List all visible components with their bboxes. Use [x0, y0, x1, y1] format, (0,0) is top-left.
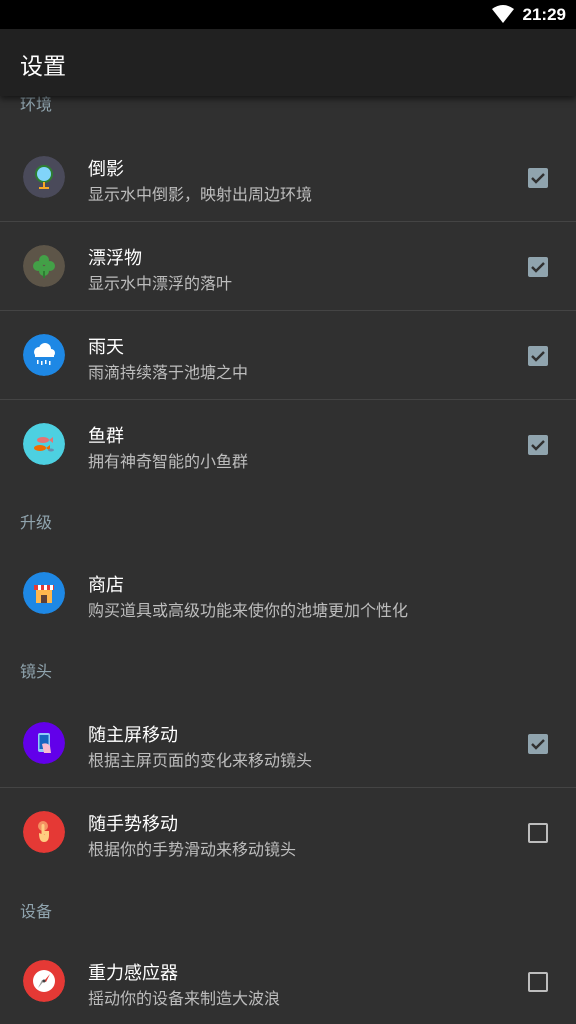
setting-item-shop[interactable]: 商店 购买道具或高级功能来使你的池塘更加个性化 [0, 549, 576, 637]
setting-summary: 摇动你的设备来制造大波浪 [88, 989, 281, 1008]
shop-icon [23, 572, 65, 614]
setting-item-floating[interactable]: 漂浮物 显示水中漂浮的落叶 [0, 222, 576, 310]
setting-title: 倒影 [88, 159, 124, 180]
setting-item-reflection[interactable]: 倒影 显示水中倒影，映射出周边环境 [0, 133, 576, 221]
gravity-checkbox[interactable] [528, 972, 548, 992]
clover-icon [23, 245, 65, 287]
section-header-environment: 环境 [20, 96, 53, 114]
fish-icon [23, 423, 65, 465]
compass-icon [23, 960, 65, 1002]
setting-item-gravity[interactable]: 重力感应器 摇动你的设备来制造大波浪 [0, 937, 576, 1024]
follow-gesture-checkbox[interactable] [528, 823, 548, 843]
follow-home-checkbox[interactable] [528, 734, 548, 754]
setting-item-follow-gesture[interactable]: 随手势移动 根据你的手势滑动来移动镜头 [0, 788, 576, 876]
settings-list[interactable]: 环境 倒影 显示水中倒影，映射出周边环境 漂浮物 显示水中漂浮的落叶 雨天 雨滴… [0, 96, 576, 1024]
checkmark-icon [531, 262, 545, 273]
phone-swipe-icon [23, 722, 65, 764]
checkmark-icon [531, 351, 545, 362]
setting-summary: 购买道具或高级功能来使你的池塘更加个性化 [88, 601, 409, 620]
setting-title: 商店 [88, 575, 124, 596]
mirror-icon [23, 156, 65, 198]
checkmark-icon [531, 173, 545, 184]
setting-item-follow-home[interactable]: 随主屏移动 根据主屏页面的变化来移动镜头 [0, 699, 576, 787]
rain-cloud-icon [23, 334, 65, 376]
setting-title: 随手势移动 [88, 814, 178, 835]
setting-item-rain[interactable]: 雨天 雨滴持续落于池塘之中 [0, 311, 576, 399]
app-bar: 设置 [0, 29, 576, 96]
section-header-camera: 镜头 [20, 662, 53, 681]
reflection-checkbox[interactable] [528, 168, 548, 188]
setting-title: 漂浮物 [88, 248, 142, 269]
setting-summary: 显示水中漂浮的落叶 [88, 274, 233, 293]
fish-checkbox[interactable] [528, 435, 548, 455]
setting-summary: 雨滴持续落于池塘之中 [88, 363, 249, 382]
rain-checkbox[interactable] [528, 346, 548, 366]
section-header-upgrade: 升级 [20, 513, 53, 532]
setting-title: 重力感应器 [88, 963, 178, 984]
section-header-device: 设备 [20, 902, 53, 921]
setting-title: 随主屏移动 [88, 725, 178, 746]
setting-item-fish[interactable]: 鱼群 拥有神奇智能的小鱼群 [0, 400, 576, 488]
status-bar: 21:29 [0, 0, 576, 29]
setting-title: 鱼群 [88, 426, 124, 447]
setting-title: 雨天 [88, 337, 124, 358]
setting-summary: 根据主屏页面的变化来移动镜头 [88, 751, 313, 770]
setting-summary: 显示水中倒影，映射出周边环境 [88, 185, 313, 204]
touch-icon [23, 811, 65, 853]
checkmark-icon [531, 739, 545, 750]
page-title: 设置 [20, 54, 66, 80]
setting-summary: 根据你的手势滑动来移动镜头 [88, 840, 297, 859]
floating-checkbox[interactable] [528, 257, 548, 277]
setting-summary: 拥有神奇智能的小鱼群 [88, 452, 249, 471]
checkmark-icon [531, 440, 545, 451]
wifi-icon [492, 5, 514, 23]
status-time: 21:29 [522, 5, 566, 24]
